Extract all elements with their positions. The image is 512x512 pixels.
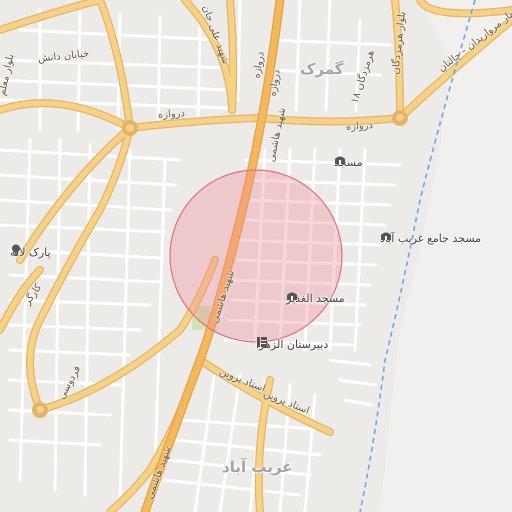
road-label: دروازه (157, 108, 186, 121)
poi-label: مسجد جامع غریب آباد (380, 232, 482, 245)
poi-masjed[interactable]: مسجد (334, 154, 363, 169)
poi-park-laleh[interactable]: پارک لاله (10, 244, 51, 259)
poi-masjed-jame[interactable]: مسجد جامع غریب آباد (380, 230, 481, 245)
map-view[interactable]: گمرک غریب آباد خیابان دانش بلوار معلم شه… (0, 0, 512, 512)
search-radius-circle (169, 169, 343, 343)
area-label-gharib-abad: غریب آباد (222, 458, 293, 476)
poi-masjed-ghadir[interactable]: مسجد الغدیر (286, 290, 345, 305)
poi-dabirestan-zahra[interactable]: دبیرستان الزهرا (256, 336, 328, 351)
road-label: دروازه (345, 120, 374, 133)
area-label-gomrok: گمرک (300, 60, 344, 78)
